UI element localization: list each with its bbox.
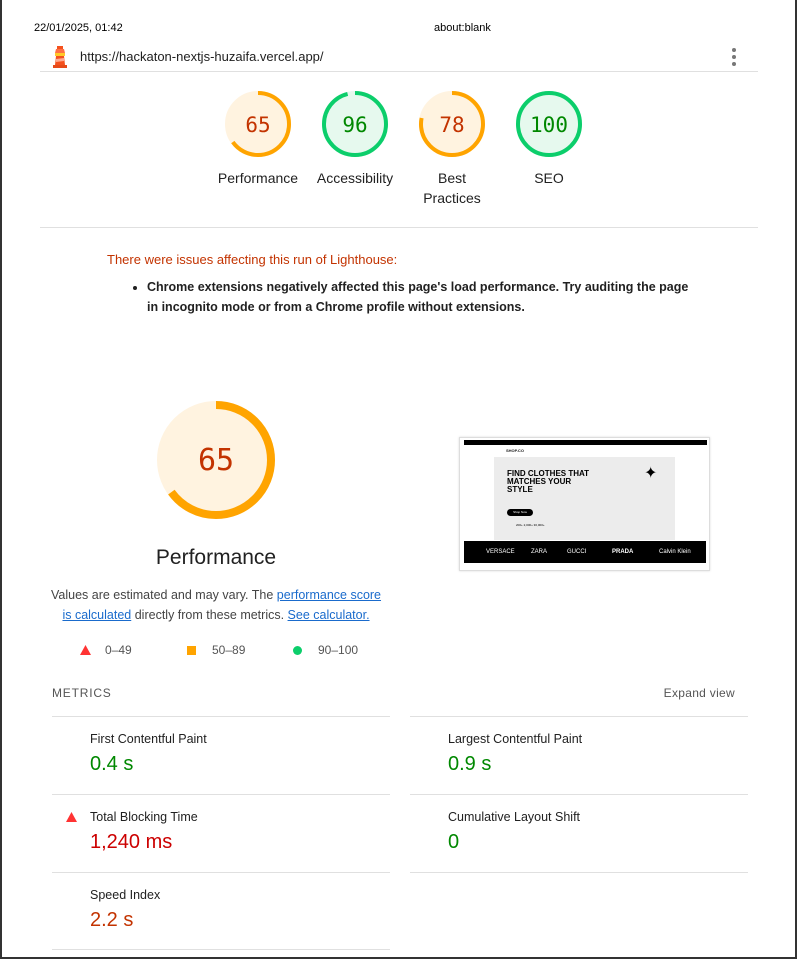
gauge-score: 65 [245, 113, 270, 137]
warning-list: Chrome extensions negatively affected th… [107, 277, 697, 317]
gauge-label: Best Practices [423, 170, 481, 206]
average-square-icon [187, 645, 196, 655]
gauge-seo[interactable]: 100 SEO [499, 90, 599, 188]
gauge-score: 96 [342, 113, 367, 137]
ss-brand: Calvin Klein [659, 549, 691, 555]
legend-average: 50–89 [187, 643, 245, 657]
ss-brand: ZARA [531, 549, 548, 555]
metric-speed-index: Speed Index 2.2 s [52, 872, 390, 950]
gauge-ring: 96 [322, 91, 388, 157]
fail-triangle-icon [80, 645, 91, 655]
gauge-ring: 65 [225, 91, 291, 157]
star-icon: ✦ [644, 465, 658, 482]
ss-brand: PRADA [612, 549, 634, 555]
ss-navbar: SHOP.CO [464, 445, 707, 457]
legend-range: 0–49 [105, 643, 132, 657]
gauge-label: SEO [534, 170, 564, 186]
print-title: about:blank [434, 22, 491, 34]
warning-item: Chrome extensions negatively affected th… [147, 277, 697, 317]
expand-view-toggle[interactable]: Expand view [664, 686, 735, 700]
ss-cta: Shop Now [507, 509, 533, 516]
metric-title: Total Blocking Time [90, 810, 198, 824]
metric-title: Largest Contentful Paint [448, 732, 583, 746]
metric-divider [52, 949, 390, 950]
ss-hero: FIND CLOTHES THAT MATCHES YOUR STYLE ✦ S… [494, 457, 675, 540]
metric-grid-end [410, 872, 748, 873]
desc-text: Values are estimated and may vary. The [50, 588, 277, 602]
score-legend: 0–49 50–89 90–100 [80, 643, 370, 659]
performance-gauge: 65 [157, 401, 275, 519]
gauge-label: Performance [217, 170, 299, 186]
legend-fail: 0–49 [80, 643, 132, 657]
ss-brands-bar: VERSACE ZARA GUCCI PRADA Calvin Klein [464, 541, 706, 563]
see-calculator-link[interactable]: See calculator. [288, 608, 370, 622]
warning-title: There were issues affecting this run of … [107, 252, 398, 267]
gauge-score: 78 [439, 113, 464, 137]
metric-cls: Cumulative Layout Shift 0 [410, 794, 748, 872]
ss-logo: SHOP.CO [506, 448, 524, 453]
ss-brand: GUCCI [567, 549, 587, 555]
desc-text: directly from these metrics. [131, 608, 288, 622]
metric-value: 0 [448, 831, 460, 853]
performance-title: Performance [155, 546, 277, 569]
gauge-best-practices[interactable]: 78 Best Practices [402, 90, 502, 208]
performance-score: 65 [198, 443, 234, 478]
lighthouse-warning: There were issues affecting this run of … [107, 252, 697, 317]
print-date: 22/01/2025, 01:42 [34, 22, 123, 34]
metric-title: Speed Index [90, 888, 161, 902]
report-url-bar: https://hackaton-nextjs-huzaifa.vercel.a… [40, 42, 758, 72]
pass-circle-icon [293, 645, 302, 655]
ss-stats: 200+ 2,000+ 30,000+ [516, 523, 545, 527]
gauge-score: 100 [530, 113, 568, 137]
metric-tbt: Total Blocking Time 1,240 ms [52, 794, 390, 872]
gauge-performance[interactable]: 65 Performance [208, 90, 308, 188]
section-divider [40, 227, 758, 228]
legend-range: 90–100 [318, 643, 359, 657]
gauge-label: Accessibility [316, 170, 394, 186]
fail-triangle-icon [66, 812, 77, 822]
metrics-heading: METRICS [52, 686, 112, 700]
gauge-accessibility[interactable]: 96 Accessibility [305, 90, 405, 188]
metric-value: 0.9 s [448, 753, 492, 775]
report-url[interactable]: https://hackaton-nextjs-huzaifa.vercel.a… [80, 49, 324, 64]
legend-range: 50–89 [212, 643, 246, 657]
metric-value: 1,240 ms [90, 831, 173, 853]
lighthouse-logo-icon [53, 46, 67, 68]
metric-title: Cumulative Layout Shift [448, 810, 581, 824]
category-gauges: 65 Performance 96 Accessibility 78 Best … [208, 90, 588, 210]
legend-pass: 90–100 [293, 643, 358, 657]
performance-description: Values are estimated and may vary. The p… [50, 585, 382, 625]
more-options-icon[interactable] [730, 48, 738, 66]
metric-value: 0.4 s [90, 753, 134, 775]
metric-fcp: First Contentful Paint 0.4 s [52, 716, 390, 794]
ss-brand: VERSACE [486, 549, 515, 555]
metric-title: First Contentful Paint [90, 732, 207, 746]
gauge-ring: 100 [516, 91, 582, 157]
ss-headline: FIND CLOTHES THAT MATCHES YOUR STYLE [507, 469, 590, 494]
metric-value: 2.2 s [90, 909, 134, 931]
gauge-ring: 78 [419, 91, 485, 157]
metric-lcp: Largest Contentful Paint 0.9 s [410, 716, 748, 794]
page-screenshot-thumbnail[interactable]: SHOP.CO FIND CLOTHES THAT MATCHES YOUR S… [459, 437, 710, 571]
